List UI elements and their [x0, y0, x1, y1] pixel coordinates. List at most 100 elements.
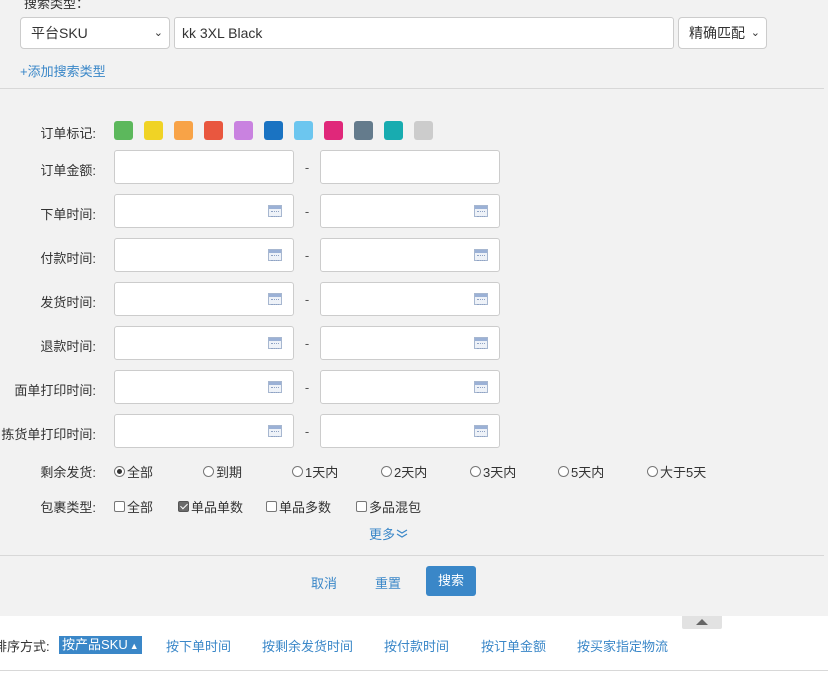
calendar-icon[interactable]	[268, 205, 282, 217]
sort-by-sku-button[interactable]: 按产品SKU ▲	[59, 636, 142, 654]
divider	[0, 555, 824, 556]
package-type-option[interactable]: 全部	[114, 497, 153, 516]
radio-button[interactable]	[381, 466, 392, 477]
remaining-ship-option[interactable]: 3天内	[470, 462, 516, 481]
order-mark-swatch[interactable]	[414, 121, 433, 140]
calendar-icon[interactable]	[268, 337, 282, 349]
remaining-ship-option[interactable]: 5天内	[558, 462, 604, 481]
radio-button[interactable]	[470, 466, 481, 477]
radio-button[interactable]	[647, 466, 658, 477]
package-type-option[interactable]: 单品单数	[178, 497, 243, 516]
calendar-icon[interactable]	[474, 249, 488, 261]
payment-time-end-input[interactable]	[320, 238, 500, 272]
search-type-label: 搜索类型：	[24, 0, 90, 11]
remaining-ship-option[interactable]: 大于5天	[647, 462, 706, 481]
order-mark-swatch[interactable]	[204, 121, 223, 140]
calendar-icon[interactable]	[474, 381, 488, 393]
sort-by-order-time[interactable]: 按下单时间	[166, 636, 231, 655]
checkbox[interactable]	[356, 501, 367, 512]
refund-time-separator: -	[304, 336, 310, 351]
label-print-time-label: 面单打印时间:	[14, 383, 96, 398]
remaining-ship-option[interactable]: 到期	[203, 462, 242, 481]
calendar-icon[interactable]	[268, 381, 282, 393]
remaining-ship-option[interactable]: 2天内	[381, 462, 427, 481]
order-time-label: 下单时间:	[40, 207, 96, 222]
ship-time-separator: -	[304, 292, 310, 307]
order-mark-swatch[interactable]	[144, 121, 163, 140]
radio-button[interactable]	[292, 466, 303, 477]
order-amount-label: 订单金额:	[40, 163, 96, 178]
chevron-down-icon: ⌄	[750, 27, 760, 39]
package-type-option[interactable]: 多品混包	[356, 497, 421, 516]
order-mark-swatch[interactable]	[114, 121, 133, 140]
match-mode-select[interactable]: 精确匹配 ⌄	[678, 17, 767, 49]
ship-time-label: 发货时间:	[40, 295, 96, 310]
order-mark-swatch[interactable]	[174, 121, 193, 140]
order-amount-max-input[interactable]	[320, 150, 500, 184]
option-label: 多品混包	[369, 500, 422, 515]
remaining-ship-option[interactable]: 全部	[114, 462, 153, 481]
calendar-icon[interactable]	[474, 425, 488, 437]
order-time-start-input[interactable]	[114, 194, 294, 228]
label-print-time-end-input[interactable]	[320, 370, 500, 404]
checkbox[interactable]	[266, 501, 277, 512]
reset-button[interactable]: 重置	[375, 573, 401, 592]
order-mark-swatch[interactable]	[234, 121, 253, 140]
order-mark-swatch[interactable]	[384, 121, 403, 140]
calendar-icon[interactable]	[474, 293, 488, 305]
order-mark-swatch[interactable]	[264, 121, 283, 140]
sort-by-order-amount[interactable]: 按订单金额	[481, 636, 546, 655]
order-amount-min-input[interactable]	[114, 150, 294, 184]
radio-button[interactable]	[114, 466, 125, 477]
label-print-time-separator: -	[304, 380, 310, 395]
option-label: 5天内	[571, 465, 605, 480]
refund-time-start-input[interactable]	[114, 326, 294, 360]
order-time-separator: -	[304, 204, 310, 219]
remaining-ship-label: 剩余发货:	[40, 465, 96, 480]
refund-time-end-input[interactable]	[320, 326, 500, 360]
search-field-select[interactable]: 平台SKU ⌄	[20, 17, 170, 49]
package-type-option[interactable]: 单品多数	[266, 497, 331, 516]
pick-list-print-time-start-input[interactable]	[114, 414, 294, 448]
chevron-down-icon: ⌄	[153, 27, 163, 39]
add-search-type-link[interactable]: +添加搜索类型	[20, 61, 106, 80]
order-time-end-input[interactable]	[320, 194, 500, 228]
order-mark-swatch[interactable]	[294, 121, 313, 140]
sort-by-remaining-ship-time[interactable]: 按剩余发货时间	[262, 636, 353, 655]
checkbox[interactable]	[114, 501, 125, 512]
calendar-icon[interactable]	[268, 249, 282, 261]
refund-time-label: 退款时间:	[40, 339, 96, 354]
checkbox[interactable]	[178, 501, 189, 512]
more-filters-link[interactable]: 更多	[369, 524, 408, 543]
calendar-icon[interactable]	[474, 205, 488, 217]
ship-time-end-input[interactable]	[320, 282, 500, 316]
ship-time-start-input[interactable]	[114, 282, 294, 316]
order-mark-swatch[interactable]	[354, 121, 373, 140]
calendar-icon[interactable]	[268, 293, 282, 305]
calendar-icon[interactable]	[474, 337, 488, 349]
label-print-time-start-input[interactable]	[114, 370, 294, 404]
double-chevron-down-icon	[396, 529, 408, 538]
sort-label: 排序方式:	[0, 639, 50, 654]
sort-active-label: 按产品SKU	[62, 637, 128, 652]
collapse-panel-toggle[interactable]	[682, 616, 722, 629]
cancel-button[interactable]: 取消	[311, 573, 337, 592]
divider	[0, 670, 828, 671]
option-label: 全部	[127, 465, 154, 480]
sort-by-buyer-logistics[interactable]: 按买家指定物流	[577, 636, 668, 655]
search-query-input[interactable]: kk 3XL Black	[174, 17, 674, 49]
payment-time-label: 付款时间:	[40, 251, 96, 266]
remaining-ship-option[interactable]: 1天内	[292, 462, 338, 481]
calendar-icon[interactable]	[268, 425, 282, 437]
order-mark-label: 订单标记:	[40, 126, 96, 141]
pick-list-print-time-end-input[interactable]	[320, 414, 500, 448]
search-button[interactable]: 搜索	[426, 566, 476, 596]
option-label: 单品单数	[191, 500, 244, 515]
option-label: 单品多数	[279, 500, 332, 515]
option-label: 2天内	[394, 465, 428, 480]
payment-time-start-input[interactable]	[114, 238, 294, 272]
radio-button[interactable]	[558, 466, 569, 477]
sort-by-payment-time[interactable]: 按付款时间	[384, 636, 449, 655]
radio-button[interactable]	[203, 466, 214, 477]
order-mark-swatch[interactable]	[324, 121, 343, 140]
